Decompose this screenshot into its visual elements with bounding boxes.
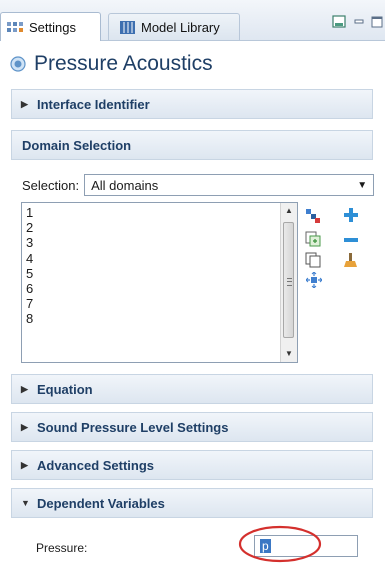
list-item[interactable]: 8 xyxy=(26,311,297,326)
list-item[interactable]: 7 xyxy=(26,296,297,311)
chevron-right-icon: ▶ xyxy=(21,383,28,394)
chevron-right-icon: ▶ xyxy=(21,98,28,109)
scroll-down-icon[interactable]: ▼ xyxy=(281,346,297,362)
section-dependent-variables[interactable]: ▼ Dependent Variables xyxy=(11,488,373,518)
selection-dropdown[interactable]: All domains ▼ xyxy=(84,174,375,196)
paste-selection-icon[interactable] xyxy=(305,231,321,247)
maximize-icon[interactable] xyxy=(371,16,383,28)
view-controls xyxy=(331,14,383,30)
chevron-right-icon: ▶ xyxy=(21,421,28,432)
selection-value: All domains xyxy=(91,177,159,193)
restore-view-icon[interactable] xyxy=(331,14,347,30)
section-equation[interactable]: ▶ Equation xyxy=(11,374,373,404)
list-item[interactable]: 1 xyxy=(26,205,297,220)
add-icon[interactable] xyxy=(343,207,359,223)
section-label: Dependent Variables xyxy=(37,495,165,511)
section-sound-pressure-level-settings[interactable]: ▶ Sound Pressure Level Settings xyxy=(11,412,373,442)
chevron-right-icon: ▶ xyxy=(21,459,28,470)
list-item[interactable]: 5 xyxy=(26,266,297,281)
page-title: Pressure Acoustics xyxy=(10,52,213,76)
physics-interface-icon xyxy=(10,56,26,72)
tab-settings[interactable]: Settings xyxy=(0,12,101,41)
domain-list[interactable]: 1 2 3 4 5 6 7 8 ▲ ▼ xyxy=(21,202,298,363)
section-advanced-settings[interactable]: ▶ Advanced Settings xyxy=(11,450,373,480)
tab-settings-label: Settings xyxy=(29,19,76,35)
library-icon xyxy=(120,20,135,34)
chevron-down-icon: ▼ xyxy=(21,498,30,508)
select-domains-icon[interactable] xyxy=(305,208,321,224)
list-item[interactable]: 2 xyxy=(26,220,297,235)
section-label: Equation xyxy=(37,381,93,397)
section-label: Domain Selection xyxy=(22,137,132,153)
list-item[interactable]: 4 xyxy=(26,251,297,266)
list-item[interactable]: 6 xyxy=(26,281,297,296)
section-label: Advanced Settings xyxy=(37,457,155,473)
list-item[interactable]: 3 xyxy=(26,235,297,250)
scroll-thumb[interactable] xyxy=(283,222,294,338)
scroll-up-icon[interactable]: ▲ xyxy=(281,203,297,219)
scrollbar[interactable]: ▲ ▼ xyxy=(280,203,297,362)
minimize-icon[interactable] xyxy=(353,16,365,28)
clear-selection-icon[interactable] xyxy=(343,252,359,268)
settings-icon xyxy=(7,21,23,32)
highlight-circle xyxy=(238,525,322,563)
tab-model-library[interactable]: Model Library xyxy=(108,13,240,40)
remove-icon[interactable] xyxy=(343,232,359,248)
section-domain-selection[interactable]: Domain Selection xyxy=(11,130,373,160)
tab-model-library-label: Model Library xyxy=(141,19,220,35)
selection-row: Selection: All domains ▼ xyxy=(22,174,375,196)
section-interface-identifier[interactable]: ▶ Interface Identifier xyxy=(11,89,373,119)
section-label: Interface Identifier xyxy=(37,96,150,112)
zoom-to-selection-icon[interactable] xyxy=(306,272,322,288)
page-title-text: Pressure Acoustics xyxy=(34,52,213,75)
copy-selection-icon[interactable] xyxy=(305,252,321,268)
pressure-label: Pressure: xyxy=(36,541,88,555)
chevron-down-icon: ▼ xyxy=(357,179,368,191)
selection-label: Selection: xyxy=(22,177,80,193)
section-label: Sound Pressure Level Settings xyxy=(37,419,229,435)
tab-bar: Settings Model Library xyxy=(0,0,385,41)
